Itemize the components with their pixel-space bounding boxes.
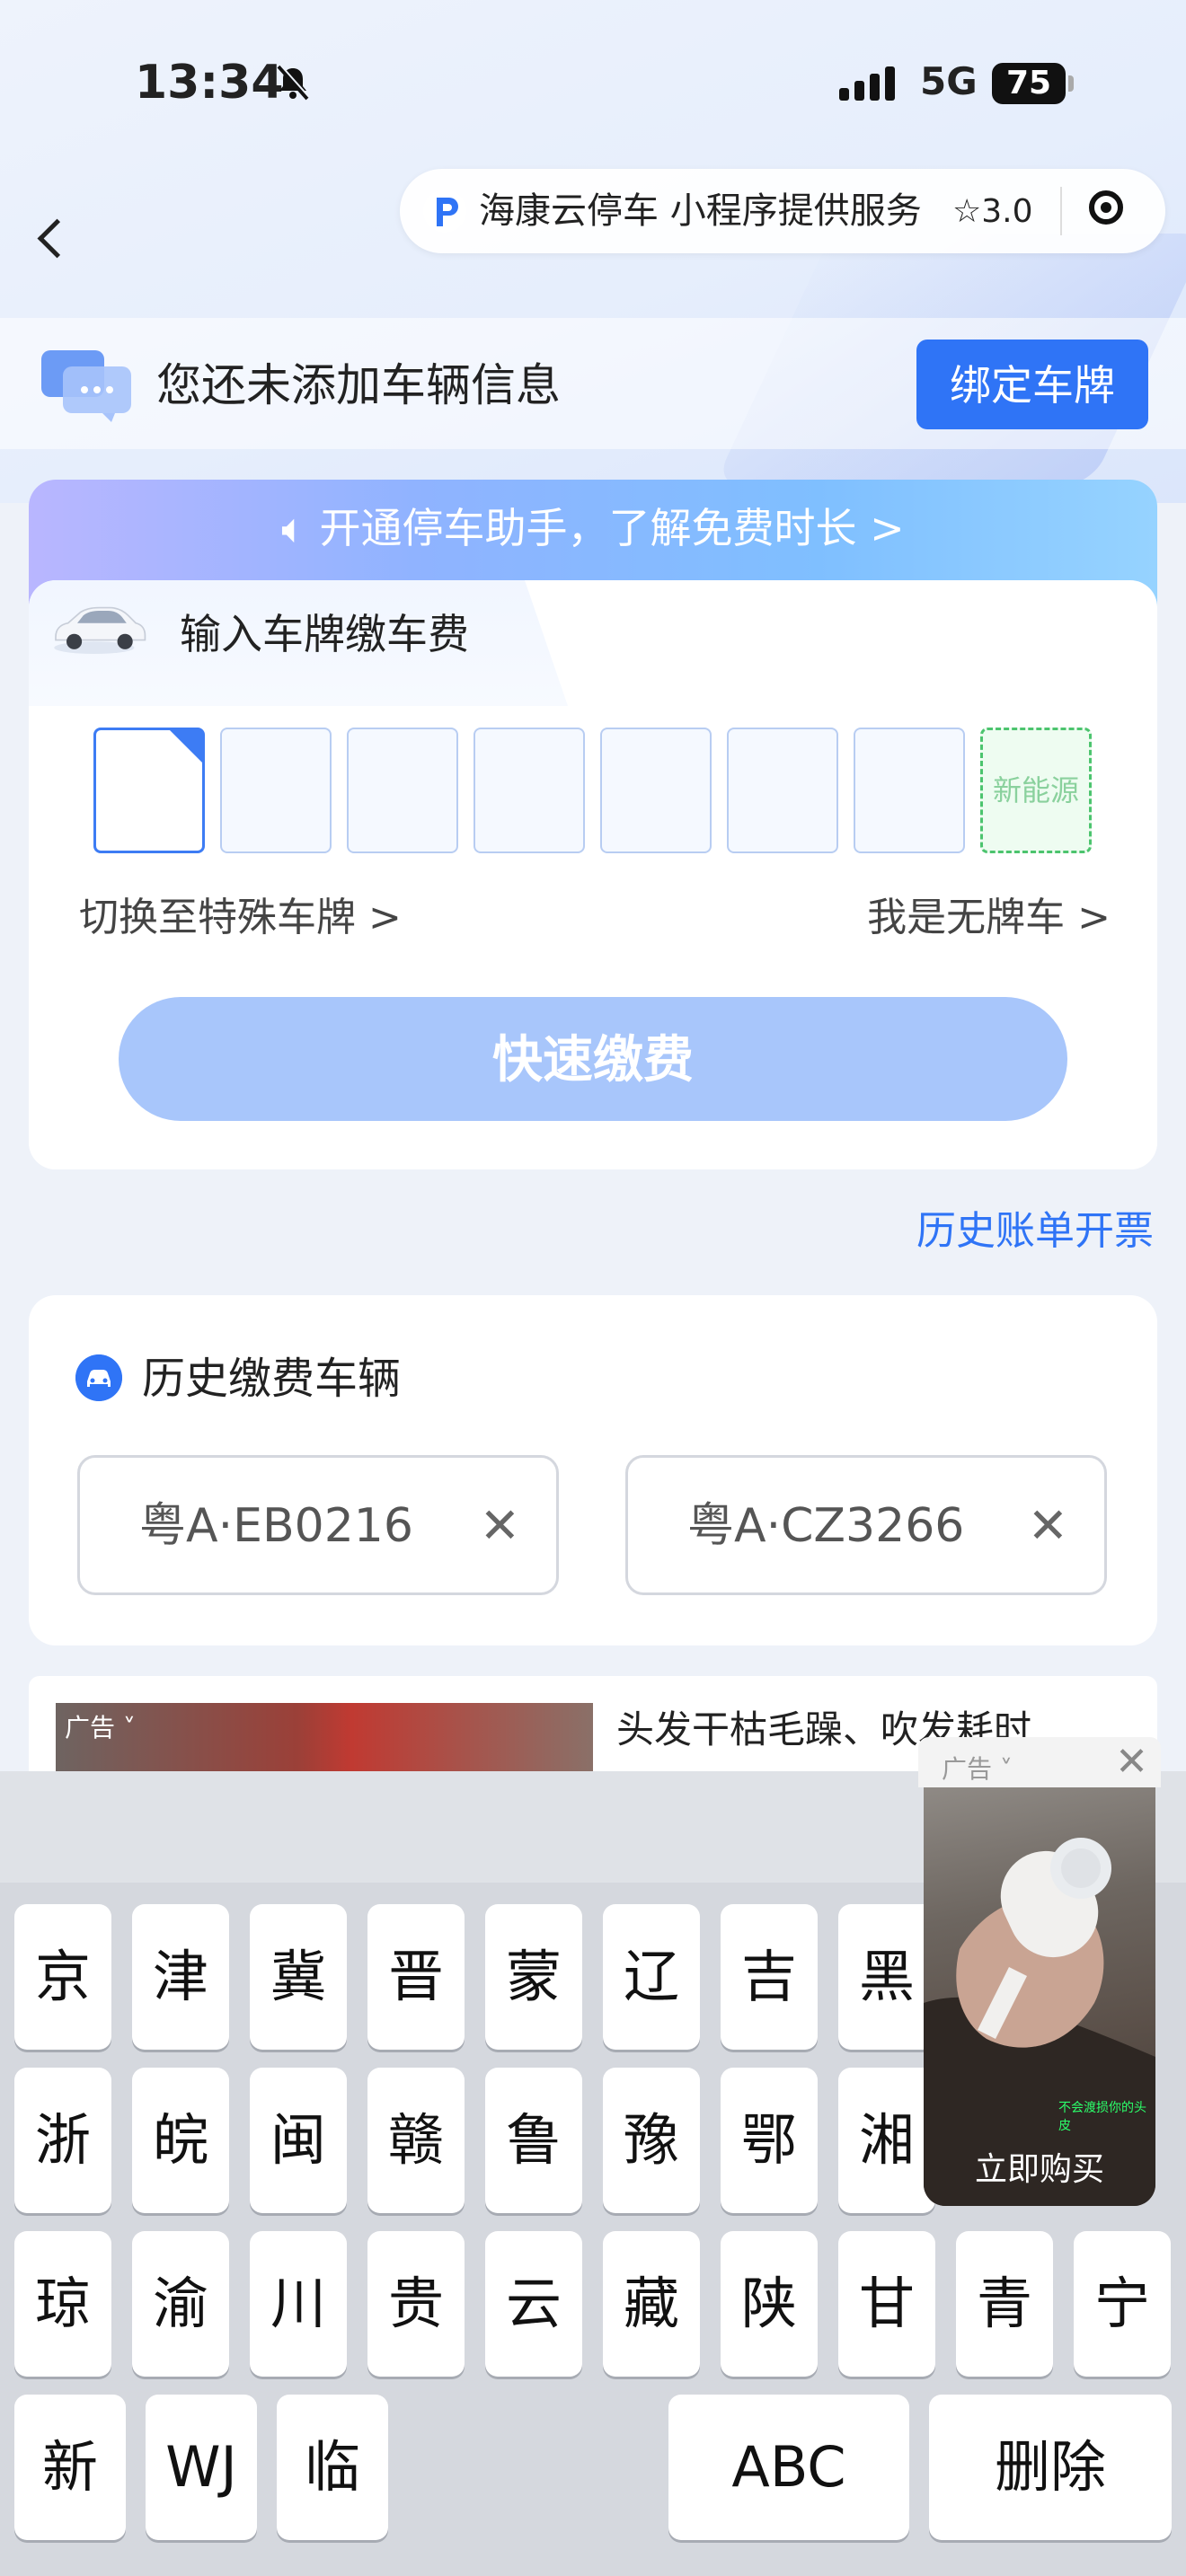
- rating-value: 3.0: [981, 193, 1033, 230]
- keyboard-key[interactable]: 陕: [721, 2231, 818, 2377]
- plate-number: 粤A·CZ3266: [687, 1499, 965, 1553]
- input-plate-label: 输入车牌缴车费: [180, 610, 469, 658]
- keyboard-key[interactable]: WJ: [146, 2395, 257, 2540]
- keyboard-key[interactable]: 浙: [14, 2068, 111, 2213]
- delete-key[interactable]: 删除: [929, 2395, 1172, 2540]
- keyboard-key[interactable]: 辽: [603, 1904, 700, 2050]
- keyboard-key[interactable]: 渝: [132, 2231, 229, 2377]
- history-vehicles-title: 历史缴费车辆: [142, 1354, 402, 1404]
- plate-number: 粤A·EB0216: [139, 1499, 413, 1553]
- plate-slot[interactable]: [347, 728, 458, 853]
- rating[interactable]: ☆3.0: [952, 190, 1033, 234]
- close-mini-program-icon[interactable]: [1089, 190, 1123, 225]
- keyboard-key[interactable]: 晋: [367, 1904, 465, 2050]
- parking-assistant-tip-text: 开通停车助手，了解免费时长 >: [319, 504, 905, 552]
- keyboard-key[interactable]: 琼: [14, 2231, 111, 2377]
- plate-slot[interactable]: [220, 728, 332, 853]
- keyboard-key[interactable]: 京: [14, 1904, 111, 2050]
- keyboard-key[interactable]: 皖: [132, 2068, 229, 2213]
- keyboard-key[interactable]: 甘: [838, 2231, 935, 2377]
- car-icon: [54, 606, 146, 654]
- keyboard-key[interactable]: 豫: [603, 2068, 700, 2213]
- keyboard-key[interactable]: 贵: [367, 2231, 465, 2377]
- keyboard-key[interactable]: 宁: [1074, 2231, 1171, 2377]
- keyboard-key[interactable]: 鲁: [485, 2068, 582, 2213]
- keyboard-key[interactable]: 冀: [250, 1904, 347, 2050]
- floating-ad-caption: 不会渡损你的头皮: [1058, 2101, 1146, 2133]
- silent-bell-icon: [277, 64, 310, 101]
- no-plate-link[interactable]: 我是无牌车 >: [867, 889, 1111, 947]
- floating-ad-video[interactable]: 不会渡损你的头皮 立即购买: [924, 1787, 1155, 2206]
- plate-slot[interactable]: [854, 728, 965, 853]
- network-type: 5G: [920, 59, 978, 103]
- battery-tip: [1068, 75, 1074, 92]
- keyboard-key[interactable]: 津: [132, 1904, 229, 2050]
- battery-icon: 75: [992, 63, 1066, 104]
- star-icon: ☆: [952, 193, 982, 230]
- plate-payment-card: 🔈︎ 开通停车助手，了解免费时长 > 输入车牌缴车费 新能源 切换至特殊车牌 >…: [29, 480, 1157, 1169]
- keyboard-key[interactable]: 赣: [367, 2068, 465, 2213]
- ad-tag[interactable]: 广告 ˅: [65, 1708, 136, 1744]
- remove-plate-icon[interactable]: ✕: [1028, 1494, 1068, 1558]
- new-energy-slot[interactable]: 新能源: [980, 728, 1092, 853]
- history-vehicles-card: 历史缴费车辆 粤A·EB0216 ✕ 粤A·CZ3266 ✕: [29, 1295, 1157, 1645]
- abc-key[interactable]: ABC: [668, 2395, 909, 2540]
- parking-assistant-tip[interactable]: 🔈︎ 开通停车助手，了解免费时长 >: [29, 499, 1157, 557]
- keyboard-key[interactable]: 鄂: [721, 2068, 818, 2213]
- quick-pay-button[interactable]: 快速缴费: [119, 997, 1067, 1121]
- keyboard-key[interactable]: 云: [485, 2231, 582, 2377]
- plate-slot[interactable]: [727, 728, 838, 853]
- keyboard-key[interactable]: 蒙: [485, 1904, 582, 2050]
- no-vehicle-message: 您还未添加车辆信息: [156, 359, 561, 411]
- status-time: 13:34: [135, 56, 284, 110]
- history-invoice-link[interactable]: 历史账单开票: [916, 1200, 1154, 1263]
- history-plate-chip[interactable]: 粤A·EB0216 ✕: [77, 1455, 559, 1595]
- chat-bubble-icon: [41, 350, 131, 422]
- plate-slot[interactable]: [600, 728, 712, 853]
- keyboard-key[interactable]: 闽: [250, 2068, 347, 2213]
- switch-special-plate-link[interactable]: 切换至特殊车牌 >: [79, 889, 402, 947]
- keyboard-key[interactable]: 吉: [721, 1904, 818, 2050]
- bind-plate-button[interactable]: 绑定车牌: [916, 340, 1148, 429]
- speaker-icon: 🔈︎: [281, 504, 306, 552]
- history-plate-chip[interactable]: 粤A·CZ3266 ✕: [625, 1455, 1107, 1595]
- car-badge-icon: [75, 1354, 122, 1401]
- floating-ad-tag[interactable]: 广告 ˅: [942, 1750, 1013, 1786]
- plate-slot[interactable]: [474, 728, 585, 853]
- remove-plate-icon[interactable]: ✕: [480, 1494, 520, 1558]
- close-icon[interactable]: ✕: [1115, 1741, 1148, 1784]
- app-logo-icon: [423, 190, 466, 233]
- mini-program-name: 海康云停车 小程序提供服务: [479, 190, 922, 232]
- keyboard-key[interactable]: 新: [14, 2395, 126, 2540]
- keyboard-key[interactable]: 藏: [603, 2231, 700, 2377]
- buy-now-button[interactable]: 立即购买: [924, 2143, 1155, 2190]
- capsule-divider: [1060, 187, 1062, 235]
- keyboard-key[interactable]: 川: [250, 2231, 347, 2377]
- plate-slot[interactable]: [93, 728, 205, 853]
- keyboard-key[interactable]: 青: [956, 2231, 1053, 2377]
- floating-video-ad[interactable]: 广告 ˅ ✕ 不会渡损你的头皮 立即购买: [918, 1737, 1161, 2208]
- signal-icon: [839, 66, 900, 101]
- keyboard-key[interactable]: 临: [277, 2395, 388, 2540]
